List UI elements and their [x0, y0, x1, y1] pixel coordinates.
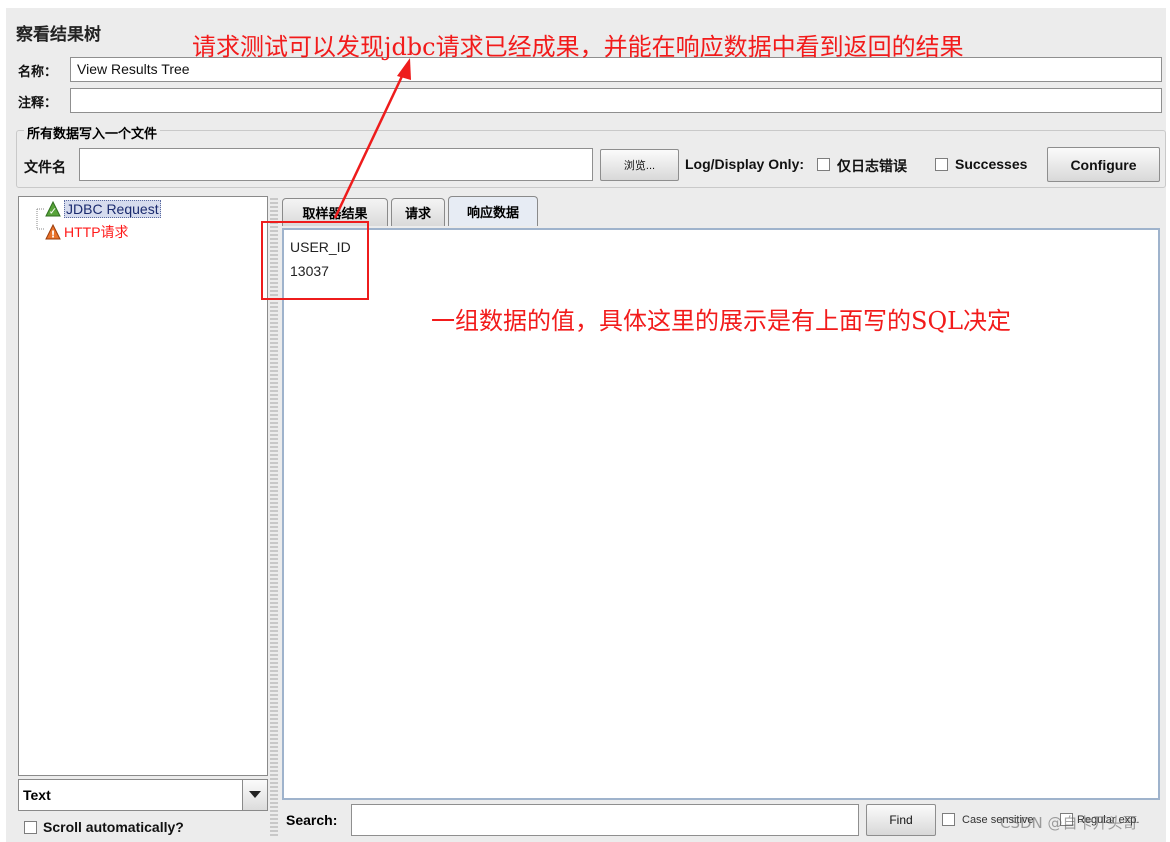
- annotation-arrow: [333, 58, 411, 219]
- watermark: CSDN @自卡开头哥: [1000, 814, 1138, 832]
